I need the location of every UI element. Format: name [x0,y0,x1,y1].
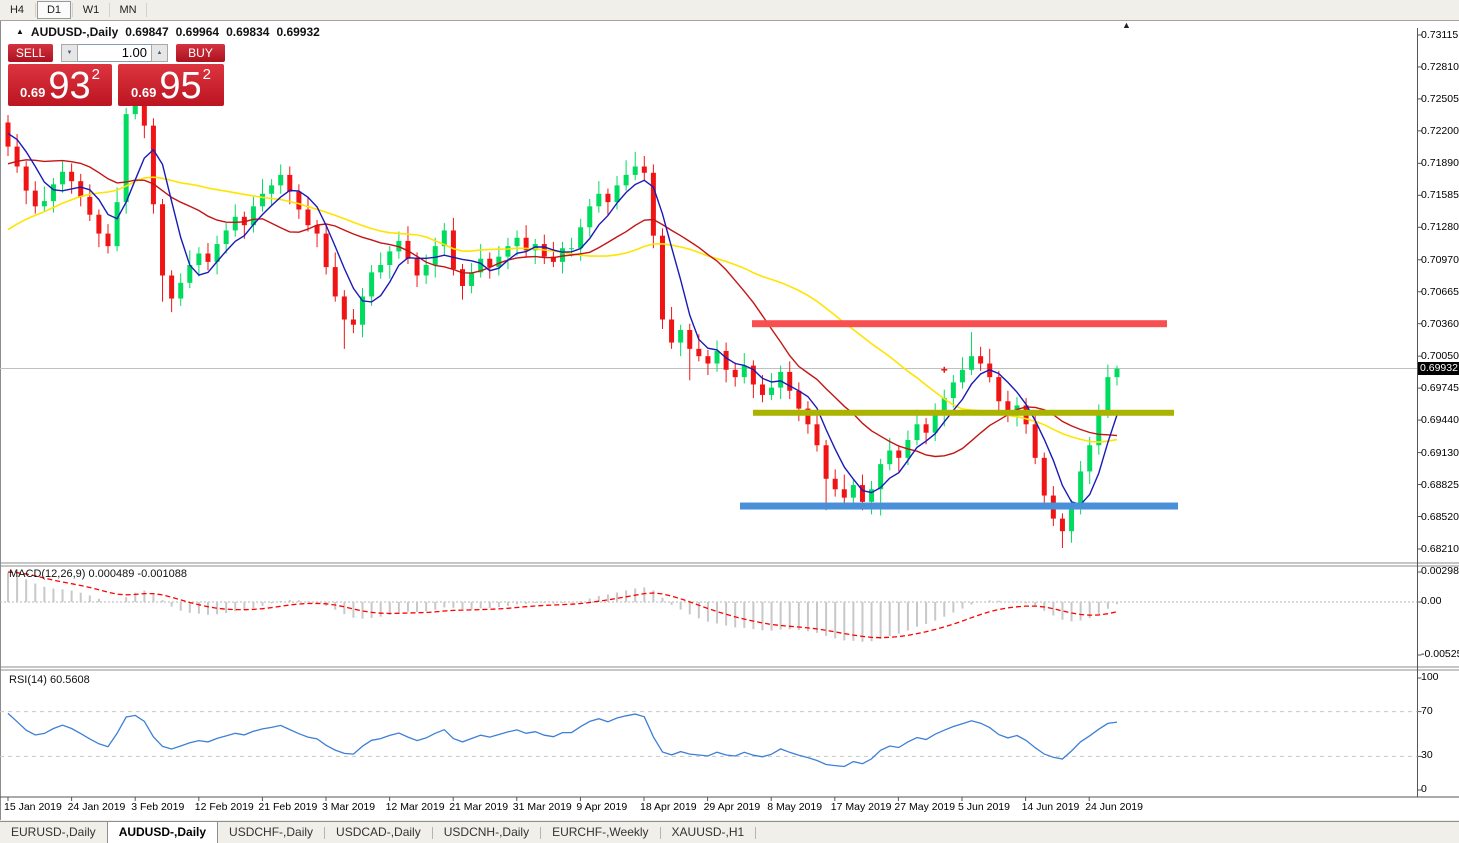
price-axis-label: 0.73115 [1421,29,1459,41]
sell-price-prefix: 0.69 [20,85,46,100]
date-axis-label: 31 Mar 2019 [512,801,572,813]
volume-down-button[interactable]: ▼ [61,44,78,62]
one-click-trading-widget: SELL ▼ 1.00 ▲ BUY 0.69 93 2 0.69 95 2 [8,44,226,106]
date-axis-label: 29 Apr 2019 [703,801,761,813]
date-axis-label: 8 May 2019 [767,801,823,813]
date-axis-label: 21 Mar 2019 [449,801,509,813]
macd-axis-label: 0.002984 [1421,565,1459,577]
symbol-label: AUDUSD-,Daily [30,25,119,39]
macd-axis-label: 0.00 [1421,595,1442,607]
date-axis-label: 5 Jun 2019 [958,801,1010,813]
price-axis-label: 0.70050 [1421,350,1459,363]
ohlc-low: 0.69834 [226,25,270,39]
date-axis-label: 17 May 2019 [830,801,892,813]
price-axis-label: 0.71280 [1421,221,1459,234]
chart-tab-usdcad[interactable]: USDCAD-,Daily [325,822,432,843]
chart-tab-eurusd[interactable]: EURUSD-,Daily [0,822,107,843]
price-axis-label: 0.71890 [1421,157,1459,170]
rsi-indicator-label: RSI(14) 60.5608 [9,674,90,686]
sell-price-button[interactable]: 0.69 93 2 [8,64,112,106]
date-axis-label: 9 Apr 2019 [576,801,628,813]
current-price-tag: 0.69932 [1418,362,1459,376]
tab-separator [755,827,757,839]
rsi-axis-label: 70 [1421,705,1433,717]
ohlc-high: 0.69964 [175,25,220,39]
date-axis-label: 24 Jun 2019 [1085,801,1143,813]
volume-up-button[interactable]: ▲ [151,44,168,62]
chart-tab-xauusd[interactable]: XAUUSD-,H1 [661,822,756,843]
chart-tab-audusd[interactable]: AUDUSD-,Daily [106,822,219,843]
ohlc-open: 0.69847 [125,25,169,39]
volume-input[interactable]: 1.00 [78,44,151,62]
date-axis-label: 21 Feb 2019 [258,801,318,813]
rsi-axis-label: 100 [1421,671,1439,683]
date-axis-label: 3 Feb 2019 [131,801,185,813]
sell-button[interactable]: SELL [8,44,53,62]
chart-canvas[interactable] [0,0,1459,821]
date-axis-label: 3 Mar 2019 [322,801,376,813]
chart-tab-eurchf[interactable]: EURCHF-,Weekly [541,822,659,843]
price-axis-label: 0.68520 [1421,510,1459,523]
volume-stepper: ▼ 1.00 ▲ [61,44,168,62]
price-axis-label: 0.69130 [1421,446,1459,459]
price-axis-label: 0.70360 [1421,317,1459,330]
price-axis-label: 0.71585 [1421,189,1459,202]
date-axis-label: 27 May 2019 [894,801,956,813]
sell-price-pip: 2 [91,66,100,83]
rsi-axis-label: 30 [1421,749,1433,761]
price-axis-label: 0.68210 [1421,543,1459,555]
macd-axis-label: -0.00525 [1421,648,1459,660]
chart-tab-usdchf[interactable]: USDCHF-,Daily [218,822,324,843]
price-axis-label: 0.72505 [1421,92,1459,105]
price-axis-label: 0.72200 [1421,124,1459,137]
buy-button[interactable]: BUY [176,44,225,62]
buy-price-prefix: 0.69 [131,85,157,100]
date-axis-label: 12 Feb 2019 [194,801,254,813]
mt4-window: H4 D1 W1 MN ▲ ▲ AUDUSD-,Daily 0.69847 0.… [0,0,1459,843]
price-axis-label: 0.68825 [1421,478,1459,491]
price-axis-label: 0.69440 [1421,414,1459,427]
date-axis-label: 15 Jan 2019 [4,801,62,813]
date-axis-label: 24 Jan 2019 [67,801,126,813]
price-axis-label: 0.72810 [1421,60,1459,73]
sell-price-big: 93 [48,65,91,107]
price-axis-label: 0.69745 [1421,382,1459,395]
price-axis-label: 0.70970 [1421,253,1459,266]
chart-tab-usdcnh[interactable]: USDCNH-,Daily [433,822,540,843]
buy-price-big: 95 [159,65,202,107]
rsi-axis-label: 0 [1421,783,1427,795]
chart-tabs-bar: EURUSD-,Daily AUDUSD-,Daily USDCHF-,Daily U… [0,821,1459,843]
macd-indicator-label: MACD(12,26,9) 0.000489 -0.001088 [9,568,187,580]
date-axis-label: 14 Jun 2019 [1021,801,1080,813]
date-axis-label: 12 Mar 2019 [385,801,445,813]
chart-expand-icon[interactable]: ▲ [1122,20,1131,30]
buy-price-pip: 2 [202,66,211,83]
chart-symbol-header: ▲ AUDUSD-,Daily 0.69847 0.69964 0.69834 … [16,25,320,39]
price-axis-label: 0.70665 [1421,285,1459,298]
buy-price-button[interactable]: 0.69 95 2 [118,64,224,106]
collapse-icon[interactable]: ▲ [16,27,24,37]
ohlc-close: 0.69932 [276,25,320,39]
date-axis-label: 18 Apr 2019 [640,801,697,813]
